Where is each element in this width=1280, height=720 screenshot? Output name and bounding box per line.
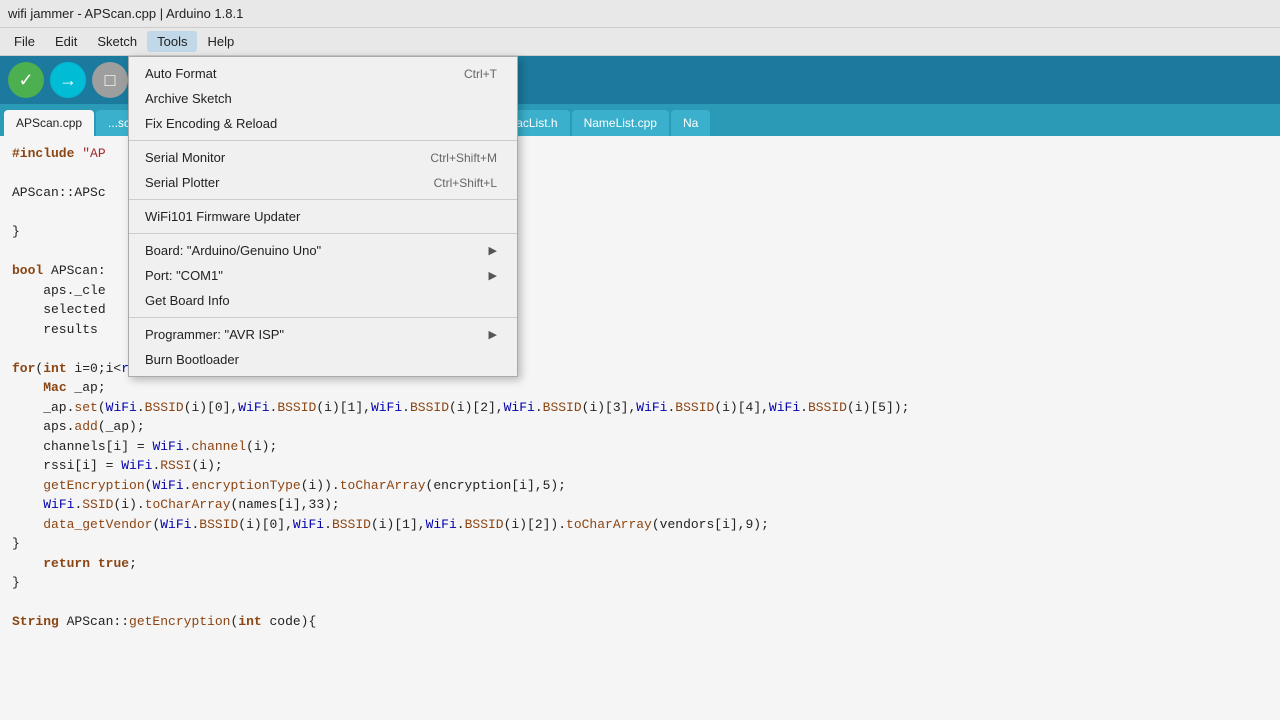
separator-4 — [129, 317, 517, 318]
new-button[interactable]: □ — [92, 62, 128, 98]
separator-1 — [129, 140, 517, 141]
menu-fix-encoding[interactable]: Fix Encoding & Reload — [129, 111, 517, 136]
menu-programmer[interactable]: Programmer: "AVR ISP" ▶ — [129, 322, 517, 347]
title-bar: wifi jammer - APScan.cpp | Arduino 1.8.1 — [0, 0, 1280, 28]
title-text: wifi jammer - APScan.cpp | Arduino 1.8.1 — [8, 6, 243, 21]
tab-na[interactable]: Na — [671, 110, 710, 136]
menu-auto-format[interactable]: Auto Format Ctrl+T — [129, 61, 517, 86]
menu-bar: File Edit Sketch Tools Help — [0, 28, 1280, 56]
menu-edit[interactable]: Edit — [45, 31, 87, 52]
menu-archive-sketch[interactable]: Archive Sketch — [129, 86, 517, 111]
menu-get-board-info[interactable]: Get Board Info — [129, 288, 517, 313]
tab-apscan-cpp[interactable]: APScan.cpp — [4, 110, 94, 136]
tab-namelist-cpp[interactable]: NameList.cpp — [572, 110, 669, 136]
menu-serial-plotter[interactable]: Serial Plotter Ctrl+Shift+L — [129, 170, 517, 195]
menu-tools[interactable]: Tools — [147, 31, 197, 52]
menu-wifi101[interactable]: WiFi101 Firmware Updater — [129, 204, 517, 229]
menu-file[interactable]: File — [4, 31, 45, 52]
menu-sketch[interactable]: Sketch — [87, 31, 147, 52]
upload-button[interactable]: → — [50, 62, 86, 98]
menu-help[interactable]: Help — [197, 31, 244, 52]
tools-dropdown: Auto Format Ctrl+T Archive Sketch Fix En… — [128, 56, 518, 377]
menu-burn-bootloader[interactable]: Burn Bootloader — [129, 347, 517, 372]
verify-button[interactable]: ✓ — [8, 62, 44, 98]
menu-serial-monitor[interactable]: Serial Monitor Ctrl+Shift+M — [129, 145, 517, 170]
menu-port[interactable]: Port: "COM1" ▶ — [129, 263, 517, 288]
separator-2 — [129, 199, 517, 200]
menu-board[interactable]: Board: "Arduino/Genuino Uno" ▶ — [129, 238, 517, 263]
separator-3 — [129, 233, 517, 234]
